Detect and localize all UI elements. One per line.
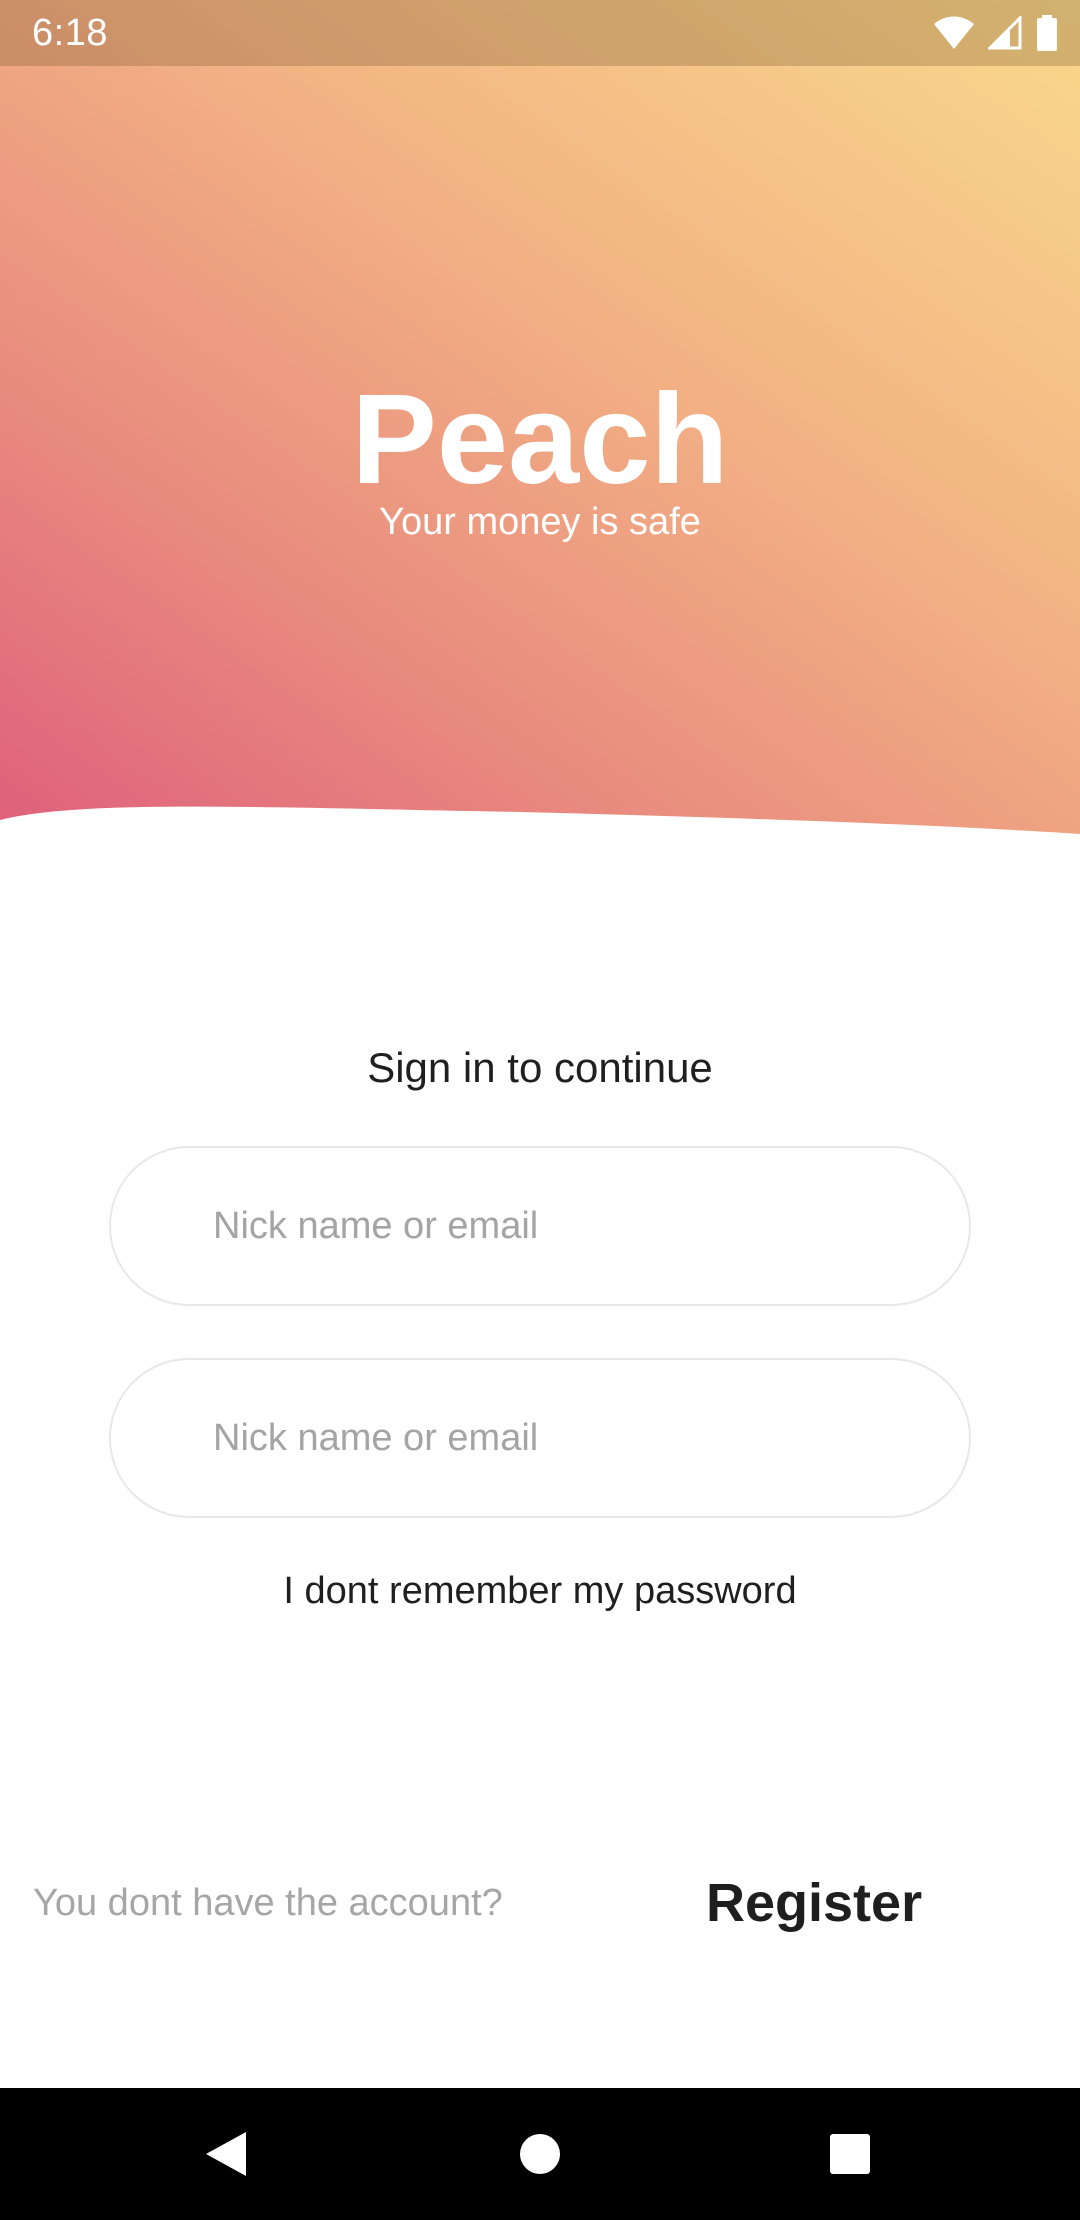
register-prompt: You dont have the account? <box>33 1882 503 1924</box>
second-credential-input[interactable] <box>213 1416 853 1460</box>
battery-icon <box>1037 15 1057 51</box>
sign-in-heading: Sign in to continue <box>367 1044 713 1091</box>
wifi-icon <box>934 16 974 49</box>
nav-home-button[interactable] <box>500 2088 580 2220</box>
nickname-email-input[interactable] <box>213 1204 853 1248</box>
login-screen: 6:18 Peach Your money is safe Sign in to… <box>0 0 1080 2220</box>
register-button[interactable]: Register <box>706 1870 922 1936</box>
hero-wave-divider <box>0 806 1080 870</box>
nav-recents-button[interactable] <box>810 2088 890 2220</box>
navigation-bar <box>0 2088 1080 2220</box>
status-bar: 6:18 <box>0 0 1080 66</box>
forgot-password-link[interactable]: I dont remember my password <box>0 1566 1080 1616</box>
cell-signal-icon <box>988 16 1022 50</box>
status-time: 6:18 <box>32 11 108 54</box>
status-icons <box>934 15 1058 51</box>
recents-icon <box>830 2134 870 2174</box>
home-icon <box>520 2134 560 2174</box>
app-title: Peach <box>351 368 729 511</box>
nav-back-button[interactable] <box>186 2088 266 2220</box>
app-tagline: Your money is safe <box>379 501 701 543</box>
back-icon <box>206 2132 246 2176</box>
nickname-email-field[interactable] <box>109 1146 971 1306</box>
second-credential-field[interactable] <box>109 1358 971 1518</box>
